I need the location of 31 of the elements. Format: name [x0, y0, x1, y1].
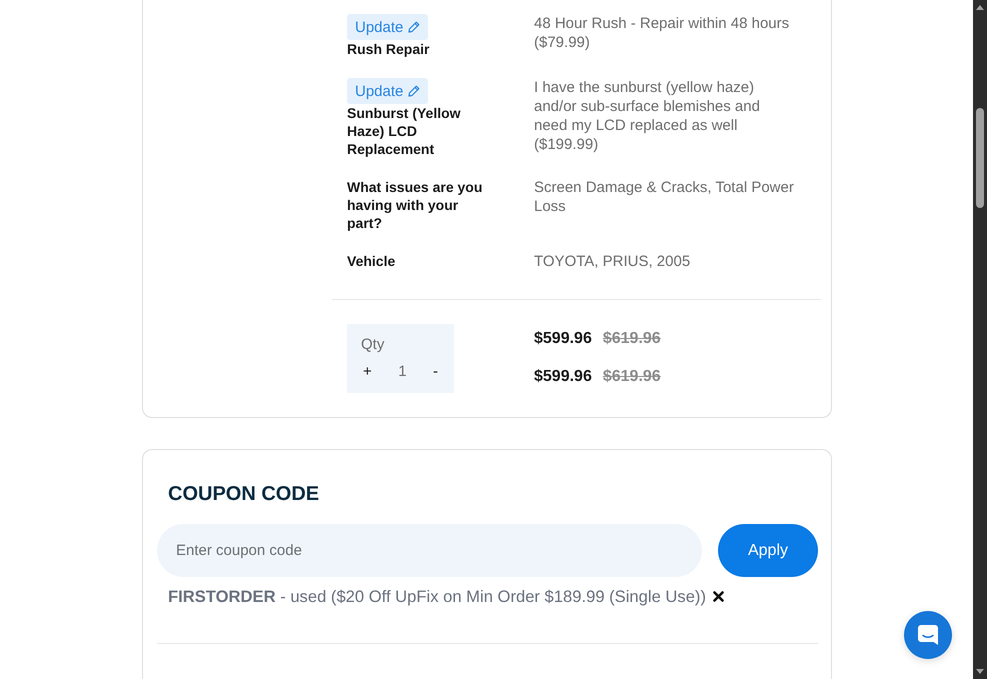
- detail-value: TOYOTA, PRIUS, 2005: [534, 252, 692, 271]
- original-price: $619.96: [602, 368, 661, 386]
- option-label: Rush Repair: [347, 40, 430, 58]
- detail-value: I have the sunburst (yellow haze) and/or sub-surface blemishes and need my LCD replaced as well ($199.99): [534, 78, 761, 154]
- scroll-up-arrow-icon[interactable]: [976, 5, 984, 10]
- coupon-input-field[interactable]: Enter coupon code: [157, 524, 702, 577]
- detail-value: 48 Hour Rush - Repair within 48 hours ($79.99): [534, 14, 790, 52]
- scrollbar-track[interactable]: [973, 0, 987, 679]
- coupon-heading: COUPON CODE: [168, 484, 320, 504]
- detail-label: What issues are you having with your part?: [347, 178, 484, 232]
- scrollbar-thumb[interactable]: [976, 108, 984, 208]
- sale-price: $599.96: [534, 330, 592, 348]
- quantity-value: 1: [398, 363, 407, 380]
- update-button[interactable]: Update: [347, 14, 428, 40]
- increment-button[interactable]: +: [361, 363, 374, 380]
- option-label: Sunburst (Yellow Haze) LCD Replacement: [347, 104, 462, 158]
- quantity-label: Qty: [361, 336, 386, 353]
- scroll-down-arrow-icon[interactable]: [976, 669, 984, 674]
- pencil-icon: [408, 85, 420, 97]
- close-icon[interactable]: [712, 591, 724, 602]
- decrement-button[interactable]: -: [430, 363, 440, 380]
- apply-button[interactable]: Apply: [718, 524, 818, 577]
- detail-label: Vehicle: [347, 252, 396, 270]
- detail-value: Screen Damage & Cracks, Total Power Loss: [534, 178, 795, 216]
- pencil-icon: [408, 21, 420, 33]
- update-button[interactable]: Update: [347, 78, 428, 104]
- chat-icon: [917, 624, 939, 646]
- sale-price: $599.96: [534, 368, 592, 386]
- chat-launcher-button[interactable]: [904, 611, 952, 659]
- applied-coupon-text: FIRSTORDER - used ($20 Off UpFix on Min Order $189.99 (Single Use)): [168, 587, 706, 606]
- original-price: $619.96: [602, 330, 661, 348]
